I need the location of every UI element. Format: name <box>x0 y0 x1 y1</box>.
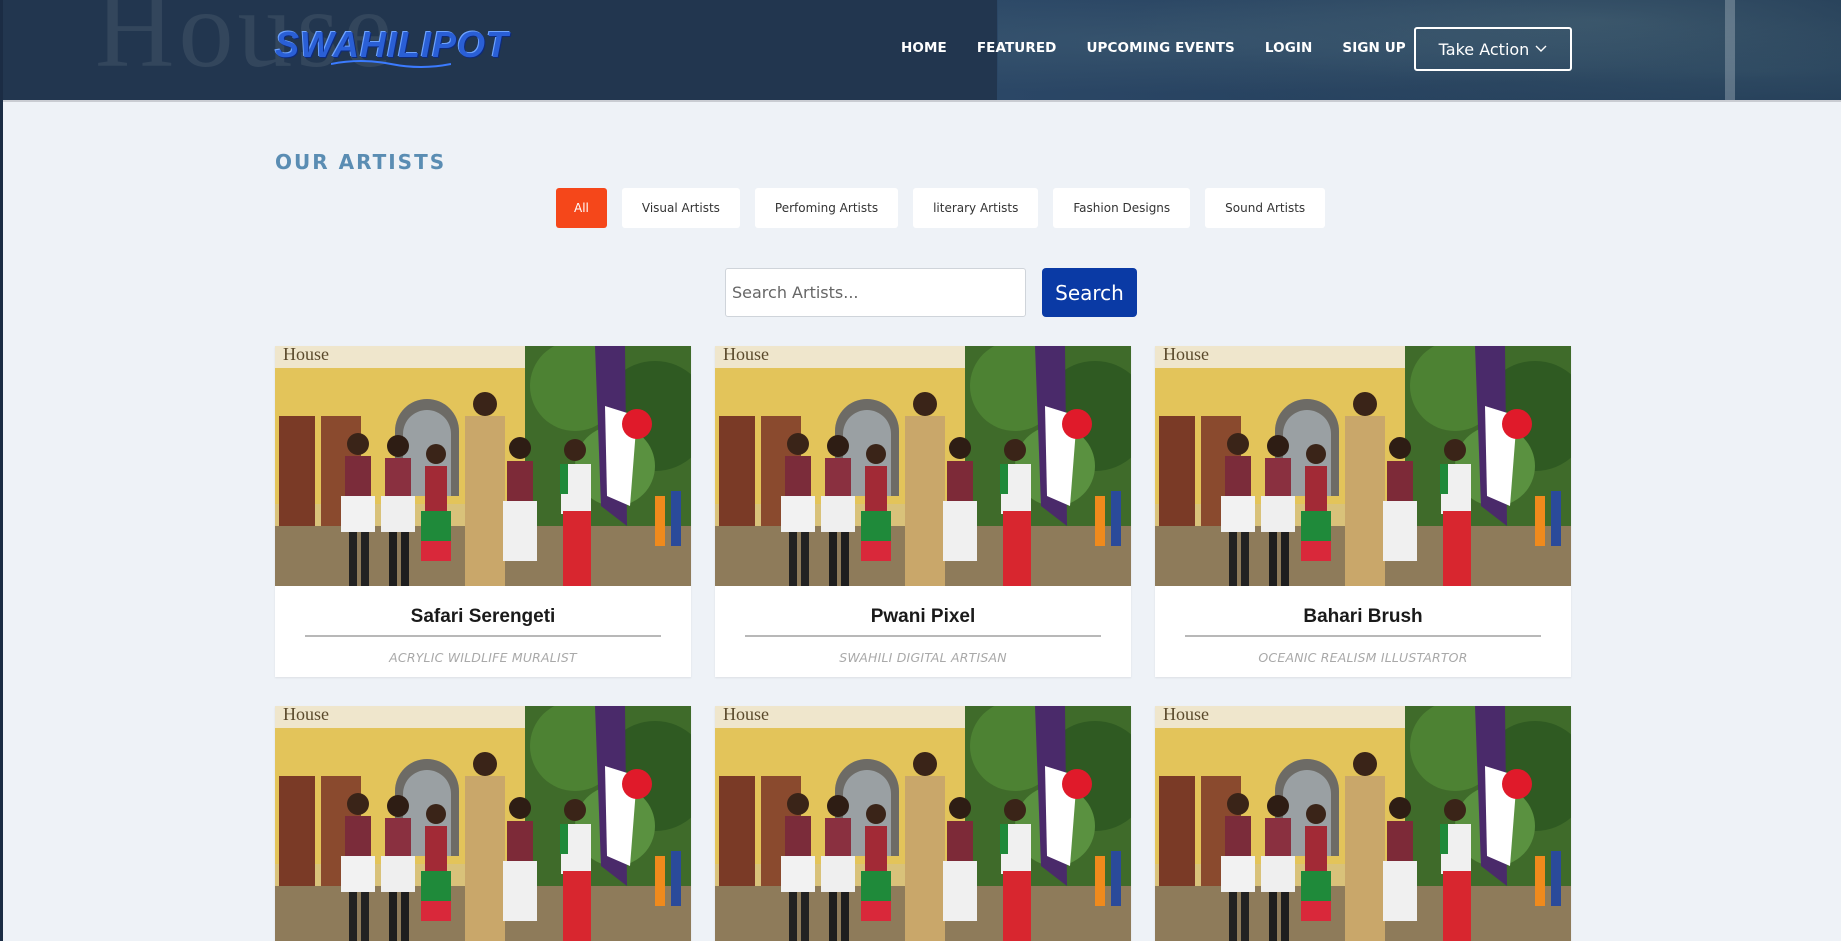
nav-featured[interactable]: FEATURED <box>977 40 1057 56</box>
search-input[interactable] <box>725 268 1026 317</box>
main-nav: HOME FEATURED UPCOMING EVENTS LOGIN SIGN… <box>901 40 1436 56</box>
artist-divider <box>305 635 661 637</box>
artist-card-body: Bahari Brush OCEANIC REALISM ILLUSTARTOR <box>1155 586 1571 677</box>
filter-visual-artists[interactable]: Visual Artists <box>621 188 740 228</box>
artist-divider <box>745 635 1101 637</box>
site-header: House SWAHILIPOT HOME FEATURED UPCOMING … <box>3 0 1841 102</box>
filter-sound-artists[interactable]: Sound Artists <box>1205 188 1326 228</box>
site-logo[interactable]: SWAHILIPOT <box>275 22 513 70</box>
chevron-down-icon <box>1535 45 1547 52</box>
filter-literary-artists[interactable]: literary Artists <box>913 188 1039 228</box>
artist-photo <box>715 346 1131 586</box>
artist-card[interactable] <box>1155 706 1571 941</box>
artist-role: ACRYLIC WILDLIFE MURALIST <box>389 650 577 665</box>
filter-fashion-designs[interactable]: Fashion Designs <box>1053 188 1191 228</box>
section-title: OUR ARTISTS <box>275 150 447 174</box>
artist-filter-bar: All Visual Artists Perfoming Artists lit… <box>556 188 1340 228</box>
nav-upcoming-events[interactable]: UPCOMING EVENTS <box>1086 40 1234 56</box>
artist-photo <box>715 706 1131 941</box>
filter-all[interactable]: All <box>556 188 607 228</box>
nav-sign-up[interactable]: SIGN UP <box>1342 40 1405 56</box>
artist-card-body: Safari Serengeti ACRYLIC WILDLIFE MURALI… <box>275 586 691 677</box>
artist-role: SWAHILI DIGITAL ARTISAN <box>839 650 1007 665</box>
artist-photo <box>275 346 691 586</box>
artist-card[interactable]: Pwani Pixel SWAHILI DIGITAL ARTISAN <box>715 346 1131 677</box>
artist-card[interactable]: Bahari Brush OCEANIC REALISM ILLUSTARTOR <box>1155 346 1571 677</box>
artist-photo <box>1155 346 1571 586</box>
logo-swoosh-icon <box>331 60 451 68</box>
header-background-pole <box>1725 0 1735 100</box>
artist-card[interactable] <box>715 706 1131 941</box>
artist-photo <box>1155 706 1571 941</box>
nav-home[interactable]: HOME <box>901 40 947 56</box>
artist-name: Safari Serengeti <box>410 606 556 627</box>
artist-divider <box>1185 635 1541 637</box>
search-button[interactable]: Search <box>1042 268 1137 317</box>
artist-role: OCEANIC REALISM ILLUSTARTOR <box>1258 650 1468 665</box>
artist-photo <box>275 706 691 941</box>
artist-card-body: Pwani Pixel SWAHILI DIGITAL ARTISAN <box>715 586 1131 677</box>
take-action-label: Take Action <box>1438 39 1530 59</box>
artist-name: Pwani Pixel <box>870 606 976 627</box>
filter-performing-artists[interactable]: Perfoming Artists <box>754 188 899 228</box>
artist-card[interactable]: Safari Serengeti ACRYLIC WILDLIFE MURALI… <box>275 346 691 677</box>
take-action-button[interactable]: Take Action <box>1414 27 1572 71</box>
artist-name: Bahari Brush <box>1303 606 1423 627</box>
nav-login[interactable]: LOGIN <box>1265 40 1313 56</box>
artist-card[interactable] <box>275 706 691 941</box>
